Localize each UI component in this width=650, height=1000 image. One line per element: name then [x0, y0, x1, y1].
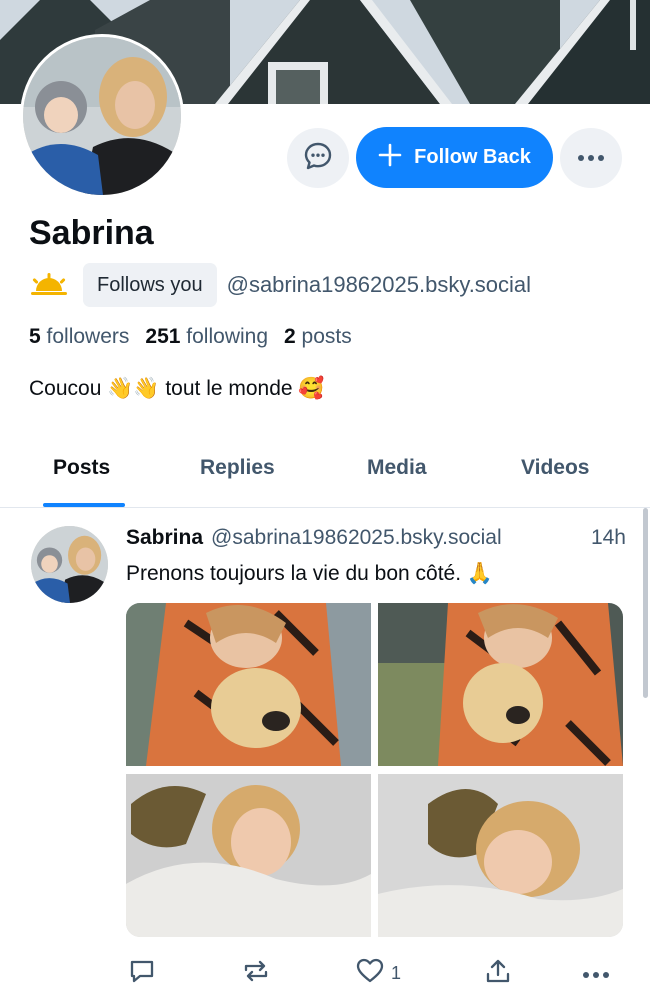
display-name: Sabrina: [29, 214, 154, 252]
active-tab-indicator: [43, 503, 125, 507]
profile-avatar[interactable]: [20, 34, 184, 198]
following-label: following: [186, 325, 269, 348]
profile-bio: Coucou 👋👋 tout le monde 🥰: [29, 377, 325, 400]
post-author-handle[interactable]: @sabrina19862025.bsky.social: [211, 526, 502, 550]
heart-icon: [355, 957, 385, 990]
followers-label: followers: [46, 325, 130, 348]
more-options-button[interactable]: [560, 128, 622, 188]
post-header: Sabrina @sabrina19862025.bsky.social 14h: [126, 526, 626, 550]
post-text: Prenons toujours la vie du bon côté. 🙏: [126, 562, 494, 585]
chat-bubble-icon: [303, 141, 333, 176]
profile-stats: 5 followers 251 following 2 posts: [29, 325, 352, 349]
tab-replies[interactable]: Replies: [200, 456, 275, 480]
plus-icon: [378, 143, 402, 173]
share-button[interactable]: [484, 955, 512, 991]
like-count: 1: [391, 962, 402, 983]
posts-stat: 2 posts: [284, 325, 352, 349]
tab-videos[interactable]: Videos: [521, 456, 589, 480]
profile-tabs: Posts Replies Media Videos: [0, 440, 650, 508]
like-button[interactable]: 1: [355, 955, 401, 991]
reply-icon: [128, 957, 156, 990]
posts-label: posts: [301, 325, 352, 348]
following-count: 251: [145, 325, 181, 348]
post-timestamp[interactable]: 14h: [591, 526, 626, 550]
profile-meta-row: Follows you @sabrina19862025.bsky.social: [29, 263, 531, 307]
post-image[interactable]: [378, 774, 623, 937]
post-author-name[interactable]: Sabrina: [126, 526, 203, 550]
ellipsis-icon: [582, 963, 610, 984]
follows-you-badge: Follows you: [83, 263, 217, 307]
following-stat[interactable]: 251 following: [145, 325, 268, 349]
post-image[interactable]: [126, 774, 371, 937]
repost-icon: [241, 957, 271, 990]
post-image-grid: [126, 603, 623, 937]
followers-stat[interactable]: 5 followers: [29, 325, 129, 349]
post-actions: 1: [126, 955, 626, 991]
reply-button[interactable]: [128, 955, 156, 991]
repost-button[interactable]: [241, 955, 271, 991]
tab-media[interactable]: Media: [367, 456, 427, 480]
post-image[interactable]: [126, 603, 371, 766]
ellipsis-icon: [577, 149, 605, 167]
sun-behind-cloud-icon: [29, 263, 73, 307]
followers-count: 5: [29, 325, 41, 348]
share-icon: [484, 957, 512, 990]
post-more-button[interactable]: [582, 955, 610, 991]
post-image[interactable]: [378, 603, 623, 766]
follow-back-button[interactable]: Follow Back: [356, 127, 553, 188]
scrollbar[interactable]: [643, 508, 648, 698]
posts-count: 2: [284, 325, 296, 348]
tab-posts[interactable]: Posts: [53, 456, 110, 480]
post-author-avatar[interactable]: [31, 526, 108, 603]
follow-back-label: Follow Back: [414, 146, 531, 168]
profile-handle: @sabrina19862025.bsky.social: [226, 272, 532, 297]
message-button[interactable]: [287, 128, 349, 188]
